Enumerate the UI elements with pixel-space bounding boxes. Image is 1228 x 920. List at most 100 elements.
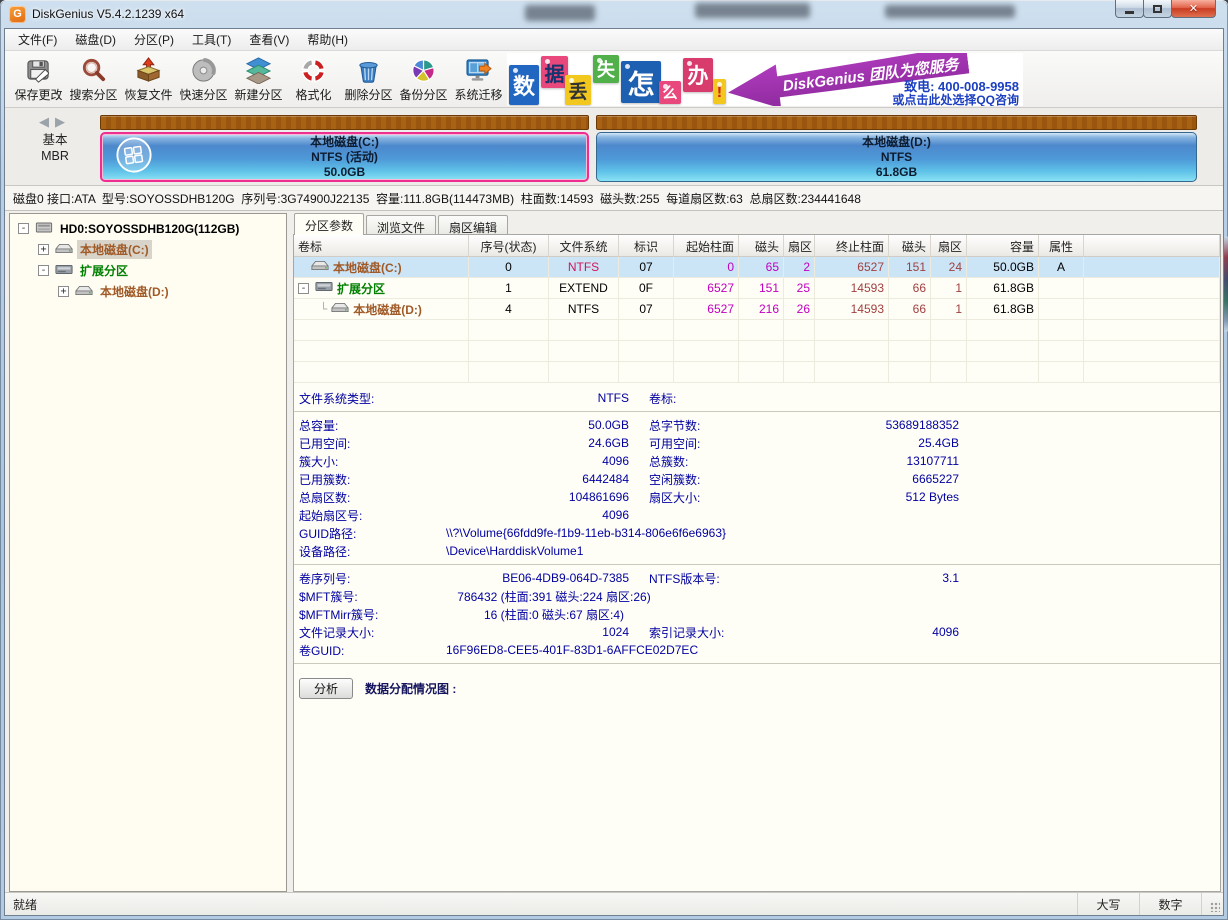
row-expander-icon[interactable]: - [298,283,309,294]
banner-tile-6: 办 [683,58,713,92]
detail-separator [294,411,1220,412]
cell-磁头: 151 [739,278,784,298]
detail-label: 总容量: [294,417,444,434]
empty-cell [1039,362,1084,382]
tab-partition-params[interactable]: 分区参数 [294,213,364,235]
empty-cell [931,362,967,382]
partition-bar-c[interactable]: 本地磁盘(C:) NTFS (活动) 50.0GB [100,132,589,182]
detail-value: 50.0GB [444,418,629,432]
column-header-8[interactable]: 磁头 [889,235,931,256]
toolbar-save-changes-button[interactable]: 保存更改 [11,53,66,106]
toolbar-format-button[interactable]: 格式化 [286,53,341,106]
toolbar-recover-files-label: 恢复文件 [124,86,172,103]
cell-容量: 50.0GB [967,257,1039,277]
toolbar-system-migrate-button[interactable]: 系统迁移 [451,53,506,106]
table-row-2[interactable]: └本地磁盘(D:)4NTFS076527216261459366161.8GB [294,299,1220,320]
table-row-0[interactable]: 本地磁盘(C:)0NTFS07065265271512450.0GBA [294,257,1220,278]
tree-item-label: 本地磁盘(C:) [77,240,152,259]
menu-item-5[interactable]: 帮助(H) [298,29,357,50]
prev-disk-arrow-icon[interactable]: ◀ [39,114,55,129]
tree-expander-icon[interactable]: + [38,244,49,255]
num-lock-indicator: 数字 [1139,893,1201,915]
empty-cell [549,320,619,340]
menu-item-0[interactable]: 文件(F) [9,29,66,50]
empty-cell [739,341,784,361]
detail-value: 13107711 [759,454,959,468]
column-header-6[interactable]: 扇区 [784,235,815,256]
cell-序号(状态): 0 [469,257,549,277]
toolbar-backup-partition-label: 备份分区 [399,86,447,103]
tab-sector-edit[interactable]: 扇区编辑 [438,215,508,235]
tree-item-1[interactable]: + 本地磁盘(C:) [10,239,286,260]
table-row-1[interactable]: -扩展分区1EXTEND0F6527151251459366161.8GB [294,278,1220,299]
resize-grip[interactable] [1201,893,1223,915]
tree-item-2[interactable]: -扩展分区 [10,260,286,281]
detail-row-1-4: 总扇区数:104861696扇区大小:512 Bytes [294,488,1220,506]
detail-label: 文件记录大小: [294,624,444,641]
cell-扇区: 26 [784,299,815,319]
empty-cell [674,320,739,340]
column-header-9[interactable]: 扇区 [931,235,967,256]
cell-属性 [1039,299,1084,319]
toolbar-new-partition-button[interactable]: 新建分区 [231,53,286,106]
empty-cell [889,341,931,361]
menu-item-3[interactable]: 工具(T) [183,29,240,50]
empty-cell [931,341,967,361]
empty-cell [967,362,1039,382]
column-header-11[interactable]: 属性 [1039,235,1084,256]
toolbar-delete-partition-button[interactable]: 删除分区 [341,53,396,106]
detail-value: 3.1 [759,571,959,585]
tree-item-3[interactable]: +本地磁盘(D:) [10,281,286,302]
tree-expander-icon[interactable]: + [58,286,69,297]
tab-browse-files[interactable]: 浏览文件 [366,215,436,235]
minimize-button[interactable] [1115,0,1144,18]
partition-c-fs: NTFS (活动) [311,150,378,165]
detail-label: 卷标: [629,390,759,407]
background-window-blur [525,5,595,21]
column-header-1[interactable]: 序号(状态) [469,235,549,256]
cell-文件系统: NTFS [549,257,619,277]
toolbar-search-partition-button[interactable]: 搜索分区 [66,53,121,106]
menu-item-4[interactable]: 查看(V) [240,29,298,50]
empty-cell [1039,341,1084,361]
menu-item-1[interactable]: 磁盘(D) [66,29,125,50]
partition-tree: -HD0:SOYOSSDHB120G(112GB)+本地磁盘(C:)-扩展分区+… [9,213,287,892]
next-disk-arrow-icon[interactable]: ▶ [55,114,71,129]
detail-label: 总簇数: [629,453,759,470]
column-header-2[interactable]: 文件系统 [549,235,619,256]
toolbar-buttons: 保存更改搜索分区恢复文件快速分区新建分区格式化删除分区备份分区系统迁移 [11,53,506,106]
column-header-3[interactable]: 标识 [619,235,674,256]
banner-qq-link[interactable]: 或点击此处选择QQ咨询 [892,91,1019,106]
column-header-7[interactable]: 终止柱面 [815,235,889,256]
cell-filler [1084,362,1220,382]
empty-cell [674,341,739,361]
menu-item-2[interactable]: 分区(P) [125,29,183,50]
close-button[interactable]: ✕ [1171,0,1216,18]
maximize-button[interactable] [1143,0,1172,18]
banner-tile-5: 么 [659,81,681,104]
column-header-0[interactable]: 卷标 [294,235,469,256]
title-bar[interactable]: G DiskGenius V5.4.2.1239 x64 ✕ [0,0,1228,28]
analyze-button[interactable]: 分析 [299,678,353,699]
cell-终止柱面: 14593 [815,278,889,298]
table-header-row: 卷标序号(状态)文件系统标识起始柱面磁头扇区终止柱面磁头扇区容量属性 [294,235,1220,257]
column-header-10[interactable]: 容量 [967,235,1039,256]
column-header-5[interactable]: 磁头 [739,235,784,256]
toolbar-quick-partition-button[interactable]: 快速分区 [176,53,231,106]
ad-banner[interactable]: 数据丢失怎么办! DiskGenius 团队为您服务 致电: 400-008-9… [507,53,1023,106]
column-header-4[interactable]: 起始柱面 [674,235,739,256]
data-allocation-label: 数据分配情况图 : [365,680,456,697]
detail-value: 16F96ED8-CEE5-401F-83D1-6AFFCE02D7EC [444,643,698,657]
empty-cell [967,320,1039,340]
toolbar-recover-files-button[interactable]: 恢复文件 [121,53,176,106]
empty-cell [784,320,815,340]
detail-label: 索引记录大小: [629,624,759,641]
toolbar-backup-partition-button[interactable]: 备份分区 [396,53,451,106]
disk-strip-c [100,115,589,130]
partition-bar-d[interactable]: 本地磁盘(D:) NTFS 61.8GB [596,132,1197,182]
empty-cell [1039,320,1084,340]
tree-item-0[interactable]: -HD0:SOYOSSDHB120G(112GB) [10,218,286,239]
detail-label: 卷序列号: [294,570,444,587]
tree-expander-icon[interactable]: - [38,265,49,276]
tree-expander-icon[interactable]: - [18,223,29,234]
